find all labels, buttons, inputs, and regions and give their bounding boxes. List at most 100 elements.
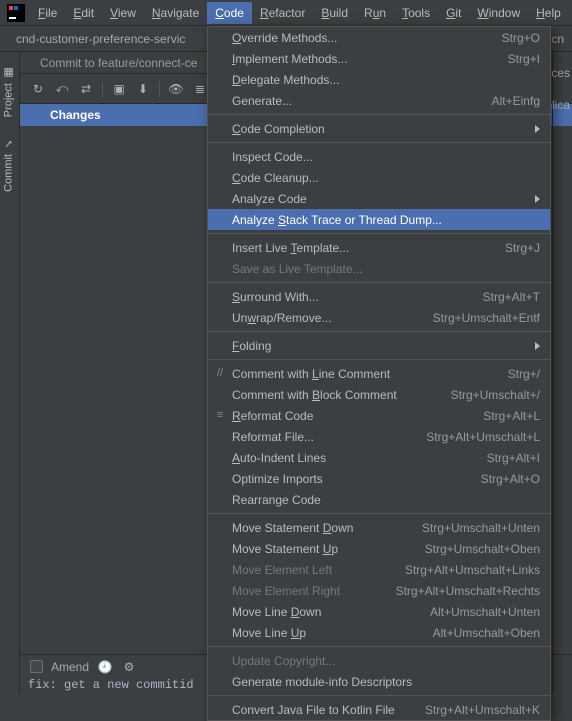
menuitem-label: Reformat File... — [232, 430, 426, 444]
menu-tools[interactable]: Tools — [394, 2, 438, 24]
shortcut-label: Strg+Umschalt+Entf — [433, 311, 540, 325]
menuitem-folding[interactable]: Folding — [208, 335, 550, 356]
menuitem-label: Analyze Stack Trace or Thread Dump... — [232, 213, 540, 227]
menuitem-label: Move Line Up — [232, 626, 433, 640]
menuitem-generate-module-info-descriptors[interactable]: Generate module-info Descriptors — [208, 671, 550, 692]
reformat-icon: ≡ — [213, 408, 227, 422]
menuitem-update-copyright: Update Copyright... — [208, 650, 550, 671]
menuitem-label: Code Completion — [232, 122, 529, 136]
menu-code[interactable]: Code — [207, 2, 252, 24]
diff-icon[interactable]: ⇄ — [78, 81, 94, 97]
menuitem-label: Optimize Imports — [232, 472, 481, 486]
shortcut-label: Strg+Alt+I — [487, 451, 540, 465]
menuitem-surround-with[interactable]: Surround With...Strg+Alt+T — [208, 286, 550, 307]
menuitem-label: Implement Methods... — [232, 52, 508, 66]
group-icon[interactable]: ≣ — [192, 81, 208, 97]
menuitem-comment-with-line-comment[interactable]: //Comment with Line CommentStrg+/ — [208, 363, 550, 384]
shortcut-label: Strg+Alt+Umschalt+Rechts — [396, 584, 540, 598]
menuitem-comment-with-block-comment[interactable]: Comment with Block CommentStrg+Umschalt+… — [208, 384, 550, 405]
menu-run[interactable]: Run — [356, 2, 394, 24]
menuitem-override-methods[interactable]: Override Methods...Strg+O — [208, 27, 550, 48]
toolwindow-commit[interactable]: Commit ✓ — [0, 131, 17, 198]
menuitem-save-as-live-template: Save as Live Template... — [208, 258, 550, 279]
shortcut-label: Strg+Alt+Umschalt+L — [426, 430, 540, 444]
menuitem-label: Move Element Right — [232, 584, 396, 598]
menuitem-convert-java-file-to-kotlin-file[interactable]: Convert Java File to Kotlin FileStrg+Alt… — [208, 699, 550, 720]
menuitem-label: Override Methods... — [232, 31, 502, 45]
separator — [208, 695, 550, 696]
tab-customer-pref[interactable]: cnd-customer-preference-servic — [10, 28, 191, 50]
shortcut-label: Strg+Alt+L — [483, 409, 540, 423]
menuitem-delegate-methods[interactable]: Delegate Methods... — [208, 69, 550, 90]
menu-file[interactable]: File — [30, 2, 65, 24]
rollback-icon[interactable]: ⤺ — [54, 81, 70, 97]
menuitem-label: Folding — [232, 339, 529, 353]
line-comment-icon: // — [213, 366, 227, 380]
menuitem-label: Delegate Methods... — [232, 73, 540, 87]
separator — [208, 359, 550, 360]
menuitem-label: Generate... — [232, 94, 492, 108]
separator — [208, 142, 550, 143]
history-icon[interactable]: 🕘 — [97, 659, 113, 675]
chevron-right-icon — [535, 125, 540, 133]
eye-icon[interactable]: 👁 — [168, 81, 184, 97]
checkmark-icon: ✓ — [2, 137, 15, 150]
shortcut-label: Strg+Alt+O — [481, 472, 540, 486]
menuitem-generate[interactable]: Generate...Alt+Einfg — [208, 90, 550, 111]
menuitem-label: Comment with Line Comment — [232, 367, 508, 381]
menuitem-move-line-up[interactable]: Move Line UpAlt+Umschalt+Oben — [208, 622, 550, 643]
menu-view[interactable]: View — [102, 2, 144, 24]
menuitem-label: Convert Java File to Kotlin File — [232, 703, 425, 717]
menuitem-reformat-code[interactable]: ≡Reformat CodeStrg+Alt+L — [208, 405, 550, 426]
menuitem-analyze-code[interactable]: Analyze Code — [208, 188, 550, 209]
tool-window-stripe-left: Project ▦ Commit ✓ — [0, 52, 20, 694]
gear-icon[interactable]: ⚙ — [121, 659, 137, 675]
shortcut-label: Strg+O — [502, 31, 540, 45]
menuitem-code-completion[interactable]: Code Completion — [208, 118, 550, 139]
menuitem-label: Insert Live Template... — [232, 241, 505, 255]
changelist-icon[interactable]: ▣ — [111, 81, 127, 97]
shortcut-label: Strg+Umschalt+/ — [451, 388, 540, 402]
toolwindow-project[interactable]: Project ▦ — [0, 60, 17, 123]
shortcut-label: Strg+Alt+T — [483, 290, 540, 304]
menuitem-move-statement-up[interactable]: Move Statement UpStrg+Umschalt+Oben — [208, 538, 550, 559]
menuitem-move-element-left: Move Element LeftStrg+Alt+Umschalt+Links — [208, 559, 550, 580]
menuitem-label: Move Statement Up — [232, 542, 425, 556]
menuitem-label: Generate module-info Descriptors — [232, 675, 540, 689]
refresh-icon[interactable]: ↻ — [30, 81, 46, 97]
menuitem-rearrange-code[interactable]: Rearrange Code — [208, 489, 550, 510]
menuitem-move-line-down[interactable]: Move Line DownAlt+Umschalt+Unten — [208, 601, 550, 622]
menuitem-implement-methods[interactable]: Implement Methods...Strg+I — [208, 48, 550, 69]
menuitem-auto-indent-lines[interactable]: Auto-Indent LinesStrg+Alt+I — [208, 447, 550, 468]
shelve-icon[interactable]: ⬇ — [135, 81, 151, 97]
amend-checkbox[interactable] — [30, 660, 43, 673]
menuitem-move-statement-down[interactable]: Move Statement DownStrg+Umschalt+Unten — [208, 517, 550, 538]
menu-edit[interactable]: Edit — [65, 2, 102, 24]
separator — [208, 282, 550, 283]
shortcut-label: Alt+Einfg — [492, 94, 540, 108]
menuitem-insert-live-template[interactable]: Insert Live Template...Strg+J — [208, 237, 550, 258]
menu-build[interactable]: Build — [313, 2, 356, 24]
menuitem-code-cleanup[interactable]: Code Cleanup... — [208, 167, 550, 188]
menu-refactor[interactable]: Refactor — [252, 2, 313, 24]
separator — [208, 513, 550, 514]
menu-git[interactable]: Git — [438, 2, 469, 24]
menuitem-label: Unwrap/Remove... — [232, 311, 433, 325]
menuitem-label: Surround With... — [232, 290, 483, 304]
shortcut-label: Alt+Umschalt+Unten — [430, 605, 540, 619]
shortcut-label: Strg+Umschalt+Unten — [422, 521, 540, 535]
chevron-right-icon — [535, 195, 540, 203]
menu-help[interactable]: Help — [528, 2, 569, 24]
menu-navigate[interactable]: Navigate — [144, 2, 207, 24]
menuitem-inspect-code[interactable]: Inspect Code... — [208, 146, 550, 167]
menubar: FileEditViewNavigateCodeRefactorBuildRun… — [0, 0, 572, 26]
menuitem-label: Analyze Code — [232, 192, 529, 206]
menuitem-optimize-imports[interactable]: Optimize ImportsStrg+Alt+O — [208, 468, 550, 489]
menuitem-reformat-file[interactable]: Reformat File...Strg+Alt+Umschalt+L — [208, 426, 550, 447]
folder-icon: ▦ — [2, 66, 15, 79]
chevron-right-icon — [535, 342, 540, 350]
menuitem-analyze-stack-trace-or-thread-dump[interactable]: Analyze Stack Trace or Thread Dump... — [208, 209, 550, 230]
menuitem-unwrap-remove[interactable]: Unwrap/Remove...Strg+Umschalt+Entf — [208, 307, 550, 328]
menu-window[interactable]: Window — [469, 2, 528, 24]
menuitem-move-element-right: Move Element RightStrg+Alt+Umschalt+Rech… — [208, 580, 550, 601]
